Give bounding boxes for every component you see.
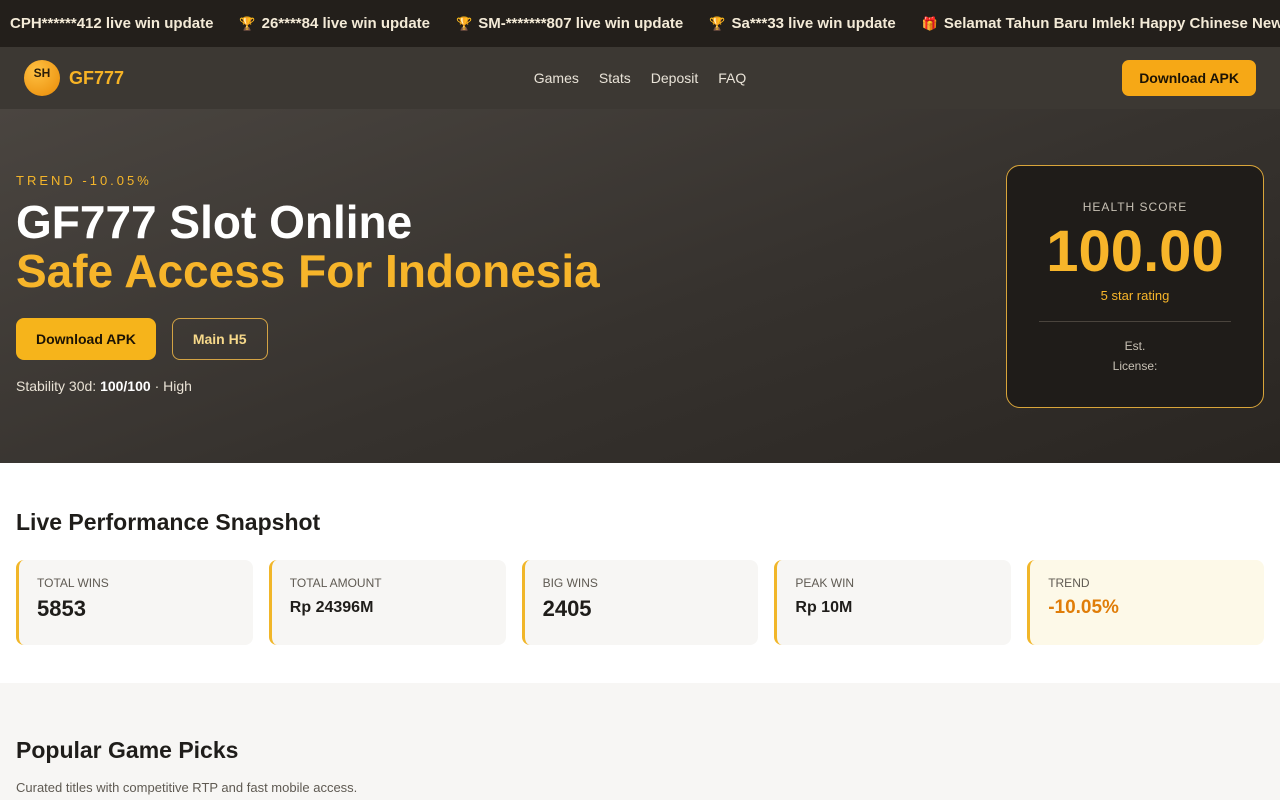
- stat-value: -10.05%: [1048, 597, 1119, 618]
- stat-label: PEAK WIN: [795, 576, 855, 590]
- health-license: License:: [1112, 359, 1158, 373]
- stat-card-total-amount: TOTAL AMOUNT Rp 24396M: [268, 560, 506, 645]
- popular-subtitle: Curated titles with competitive RTP and …: [16, 780, 358, 795]
- stat-card-big-wins: BIG WINS 2405: [521, 560, 759, 645]
- header-download-apk-button[interactable]: Download APK: [1122, 60, 1256, 96]
- popular-games-section: Popular Game Picks Curated titles with c…: [0, 683, 1280, 800]
- health-est: Est.: [1124, 339, 1146, 353]
- nav-link-deposit[interactable]: Deposit: [651, 70, 698, 86]
- stat-label: TREND: [1048, 576, 1090, 590]
- live-win-ticker: CPH******412 live win update 🏆 26****84 …: [0, 0, 1280, 47]
- logo-badge: SH: [24, 60, 60, 96]
- ticker-item: 🏆 26****84 live win update: [239, 15, 430, 32]
- hero-title-main: GF777 Slot Online: [16, 196, 413, 248]
- ticker-track: CPH******412 live win update 🏆 26****84 …: [0, 15, 1280, 32]
- stat-value: 5853: [37, 596, 86, 621]
- main-nav: Games Stats Deposit FAQ: [0, 47, 1280, 109]
- trophy-icon: 🏆: [239, 15, 256, 31]
- performance-section: Live Performance Snapshot TOTAL WINS 585…: [0, 463, 1280, 683]
- ticker-text: Sa***33 live win update: [731, 15, 896, 32]
- stat-label: TOTAL WINS: [37, 576, 109, 590]
- health-score-label: HEALTH SCORE: [1082, 200, 1188, 214]
- popular-title: Popular Game Picks: [16, 737, 239, 763]
- ticker-text: SM-*******807 live win update: [478, 15, 684, 32]
- health-divider: [1039, 321, 1231, 322]
- nav-link-stats[interactable]: Stats: [599, 70, 631, 86]
- health-score-value: 100.00: [1046, 219, 1224, 284]
- stability-prefix: Stability 30d:: [16, 378, 97, 394]
- performance-title: Live Performance Snapshot: [16, 509, 321, 535]
- logo[interactable]: SH GF777: [24, 60, 124, 96]
- stat-card-total-wins: TOTAL WINS 5853: [16, 560, 253, 645]
- ticker-text: Selamat Tahun Baru Imlek! Happy Chinese …: [943, 15, 1280, 32]
- logo-text: GF777: [69, 67, 125, 88]
- health-score-card: HEALTH SCORE 100.00 5 star rating Est. L…: [1006, 165, 1264, 408]
- ticker-text: 26****84 live win update: [261, 15, 431, 32]
- stability-value: 100/100: [100, 378, 151, 394]
- stability-suffix: · High: [154, 378, 192, 394]
- stat-value: Rp 24396M: [289, 599, 374, 616]
- ticker-text: CPH******412 live win update: [10, 15, 214, 32]
- ticker-item: 🏆 Sa***33 live win update: [709, 15, 895, 32]
- ticker-item: 🎁 Selamat Tahun Baru Imlek! Happy Chines…: [922, 15, 1280, 32]
- nav-link-games[interactable]: Games: [534, 70, 579, 86]
- main-h5-button[interactable]: Main H5: [171, 318, 268, 360]
- ticker-item: CPH******412 live win update: [4, 15, 213, 32]
- health-rating: 5 star rating: [1100, 288, 1170, 303]
- stat-card-trend: TREND -10.05%: [1027, 560, 1264, 645]
- ticker-item: 🏆 SM-*******807 live win update: [456, 15, 683, 32]
- nav-link-faq[interactable]: FAQ: [718, 70, 746, 86]
- gift-icon: 🎁: [921, 15, 938, 31]
- stat-label: TOTAL AMOUNT: [289, 576, 382, 590]
- trophy-icon: 🏆: [709, 15, 726, 31]
- stat-value: Rp 10M: [795, 599, 853, 616]
- stat-value: 2405: [542, 596, 592, 621]
- stat-card-peak-win: PEAK WIN Rp 10M: [774, 560, 1012, 645]
- trophy-icon: 🏆: [456, 15, 473, 31]
- health-meta: Est. License:: [1007, 336, 1263, 376]
- hero-section: TREND -10.05% GF777 Slot Online Safe Acc…: [0, 109, 1280, 463]
- stat-label: BIG WINS: [542, 576, 598, 590]
- download-apk-button[interactable]: Download APK: [16, 318, 156, 360]
- stat-grid: TOTAL WINS 5853 TOTAL AMOUNT Rp 24396M B…: [16, 560, 1264, 645]
- site-header: SH GF777 Games Stats Deposit FAQ Downloa…: [0, 47, 1280, 109]
